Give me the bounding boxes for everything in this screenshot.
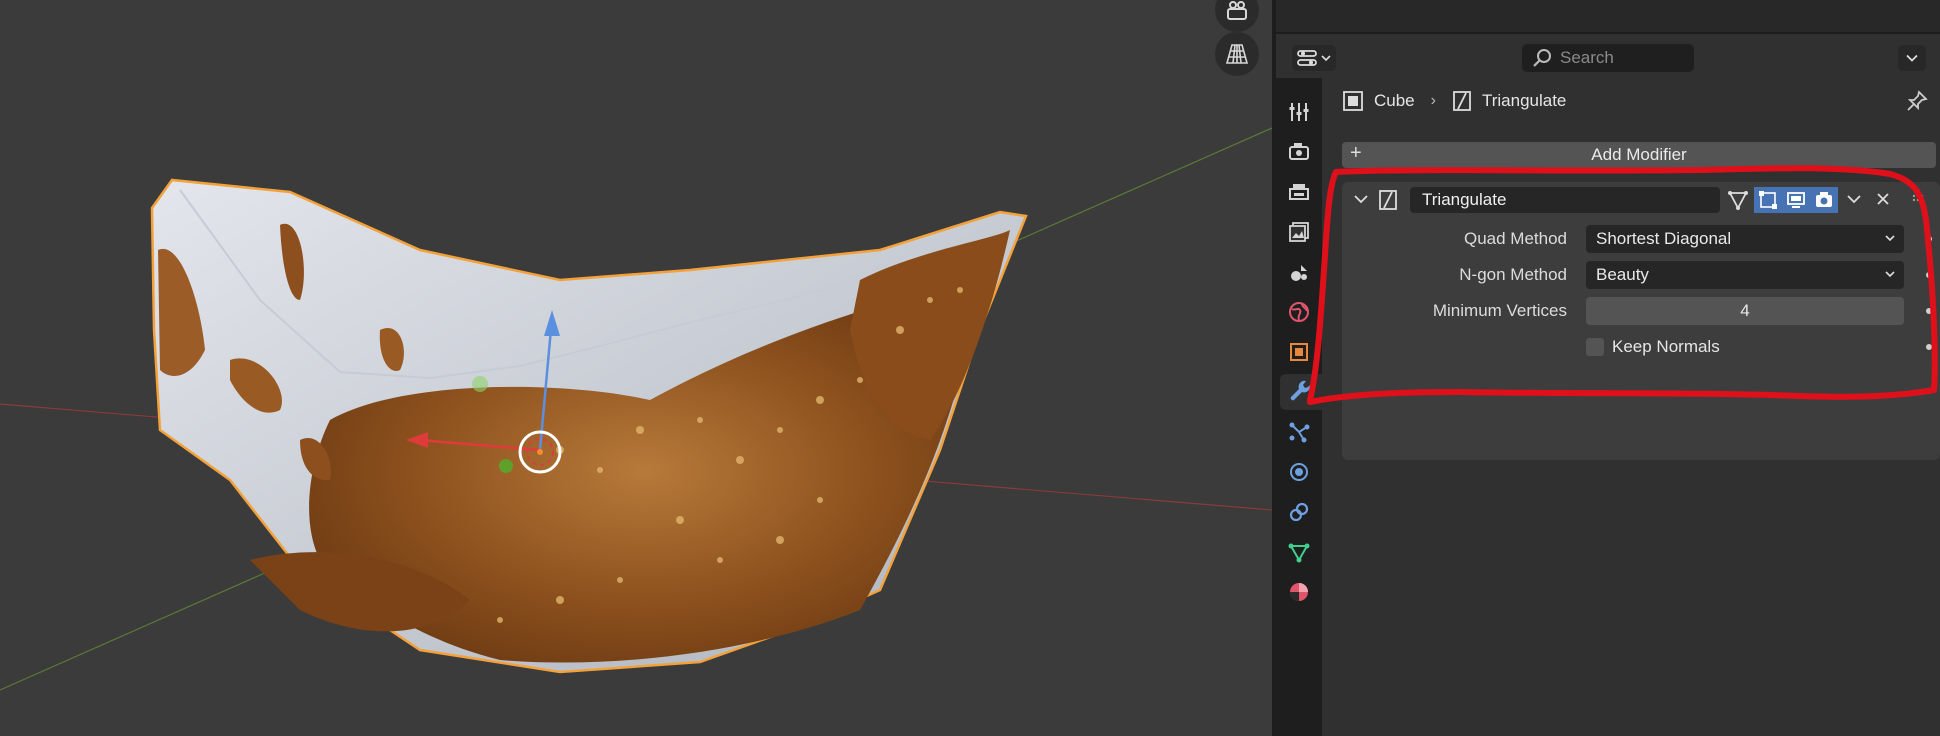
tab-object[interactable] — [1280, 334, 1318, 370]
perspective-grid-button[interactable] — [1215, 32, 1259, 76]
editor-type-dropdown[interactable] — [1292, 45, 1336, 71]
material-icon — [1290, 583, 1308, 601]
keyframe-dot[interactable] — [1926, 344, 1932, 350]
tab-render[interactable] — [1280, 134, 1318, 170]
breadcrumb-object: Cube — [1374, 91, 1415, 110]
keyframe-dot[interactable] — [1926, 272, 1932, 278]
options-dropdown[interactable] — [1898, 45, 1926, 71]
render-toggle[interactable] — [1810, 187, 1838, 213]
tab-data[interactable] — [1280, 534, 1318, 570]
scene-icon — [1291, 265, 1307, 281]
ngon-method-row: N-gon Method Beauty — [1342, 261, 1940, 289]
search-icon — [1533, 49, 1551, 67]
tool-icon — [1289, 103, 1309, 121]
on-cage-icon — [1759, 191, 1777, 209]
physics-icon — [1290, 463, 1308, 481]
quad-method-select[interactable]: Shortest Diagonal — [1586, 225, 1904, 253]
search-input[interactable]: Search — [1522, 44, 1694, 72]
add-modifier-label: Add Modifier — [1591, 145, 1687, 164]
minimum-vertices-label: Minimum Vertices — [1432, 301, 1567, 320]
keyframe-dot[interactable] — [1926, 236, 1932, 242]
object-mode-icon — [1343, 91, 1363, 111]
keep-normals-checkbox[interactable] — [1586, 338, 1604, 356]
edit-mode-icon — [1728, 191, 1748, 210]
tab-physics[interactable] — [1280, 454, 1318, 490]
add-modifier-button[interactable]: + Add Modifier — [1342, 142, 1936, 168]
modifier-properties: Cube › Triangulate + Add Modifier Triang… — [1322, 78, 1940, 736]
render-icon — [1289, 143, 1309, 160]
tab-constraints[interactable] — [1280, 494, 1318, 530]
modifier-wrench-icon — [1290, 380, 1311, 401]
viewport-scene — [0, 127, 1272, 691]
minimum-vertices-value: 4 — [1740, 301, 1750, 320]
tab-view-layer[interactable] — [1280, 214, 1318, 250]
tab-scene[interactable] — [1280, 254, 1318, 290]
chevron-down-icon — [1885, 235, 1895, 242]
quad-method-value: Shortest Diagonal — [1596, 229, 1732, 248]
output-icon — [1289, 184, 1309, 200]
chevron-right-icon: › — [1430, 92, 1436, 109]
modifier-name: Triangulate — [1422, 190, 1507, 209]
triangulate-modifier-panel: Triangulate Quad Method Shortest Diagona… — [1342, 182, 1940, 460]
quad-method-label: Quad Method — [1463, 229, 1567, 248]
keyframe-dot[interactable] — [1926, 308, 1932, 314]
triangulate-modifier-icon — [1379, 190, 1397, 210]
plus-icon: + — [1350, 142, 1362, 164]
quad-method-row: Quad Method Shortest Diagonal — [1342, 225, 1940, 253]
triangulate-modifier-icon — [1453, 91, 1471, 111]
ngon-method-label: N-gon Method — [1459, 265, 1567, 284]
ngon-method-value: Beauty — [1596, 265, 1649, 284]
modifier-header: Triangulate — [1342, 182, 1940, 218]
ngon-method-select[interactable]: Beauty — [1586, 261, 1904, 289]
properties-editor: Search Cube › Triangulate + Add Modifier… — [1272, 0, 1940, 736]
chevron-down-icon — [1885, 271, 1895, 278]
properties-tabs — [1276, 78, 1322, 736]
data-icon — [1288, 543, 1310, 563]
minimum-vertices-row: Minimum Vertices 4 — [1342, 297, 1940, 325]
tab-world[interactable] — [1280, 294, 1318, 330]
on-cage-toggle[interactable] — [1754, 187, 1782, 213]
edit-mode-toggle[interactable] — [1724, 187, 1752, 213]
particles-icon — [1289, 422, 1310, 443]
modifier-name-field[interactable]: Triangulate — [1410, 187, 1720, 213]
constraints-icon — [1289, 502, 1309, 522]
chevron-down-icon — [1906, 54, 1918, 62]
chevron-down-icon — [1321, 55, 1331, 62]
tab-particles[interactable] — [1280, 414, 1318, 450]
properties-editor-icon — [1297, 50, 1317, 66]
drag-handle-icon[interactable] — [1912, 194, 1924, 202]
viewport-display-toggle[interactable] — [1782, 187, 1810, 213]
keep-normals-row: Keep Normals — [1342, 333, 1940, 361]
tab-material[interactable] — [1280, 574, 1318, 610]
3d-viewport[interactable] — [0, 0, 1272, 736]
chevron-down-icon[interactable] — [1847, 194, 1861, 204]
collapse-chevron-icon[interactable] — [1354, 194, 1368, 204]
top-strip — [1276, 0, 1940, 34]
view-layer-icon — [1289, 222, 1309, 242]
tab-output[interactable] — [1280, 174, 1318, 210]
tab-modifiers[interactable] — [1280, 374, 1322, 410]
tab-tool[interactable] — [1280, 94, 1318, 130]
world-icon — [1289, 302, 1309, 322]
object-icon — [1290, 343, 1308, 361]
breadcrumb: Cube › Triangulate — [1322, 78, 1940, 124]
breadcrumb-modifier: Triangulate — [1481, 91, 1567, 110]
monitor-icon — [1787, 192, 1805, 208]
search-placeholder: Search — [1560, 48, 1614, 67]
close-icon[interactable] — [1876, 192, 1890, 206]
camera-icon — [1816, 192, 1832, 207]
pin-icon[interactable] — [1906, 90, 1928, 116]
minimum-vertices-field[interactable]: 4 — [1586, 297, 1904, 325]
properties-header: Search — [1276, 36, 1940, 78]
keep-normals-label: Keep Normals — [1612, 337, 1720, 356]
